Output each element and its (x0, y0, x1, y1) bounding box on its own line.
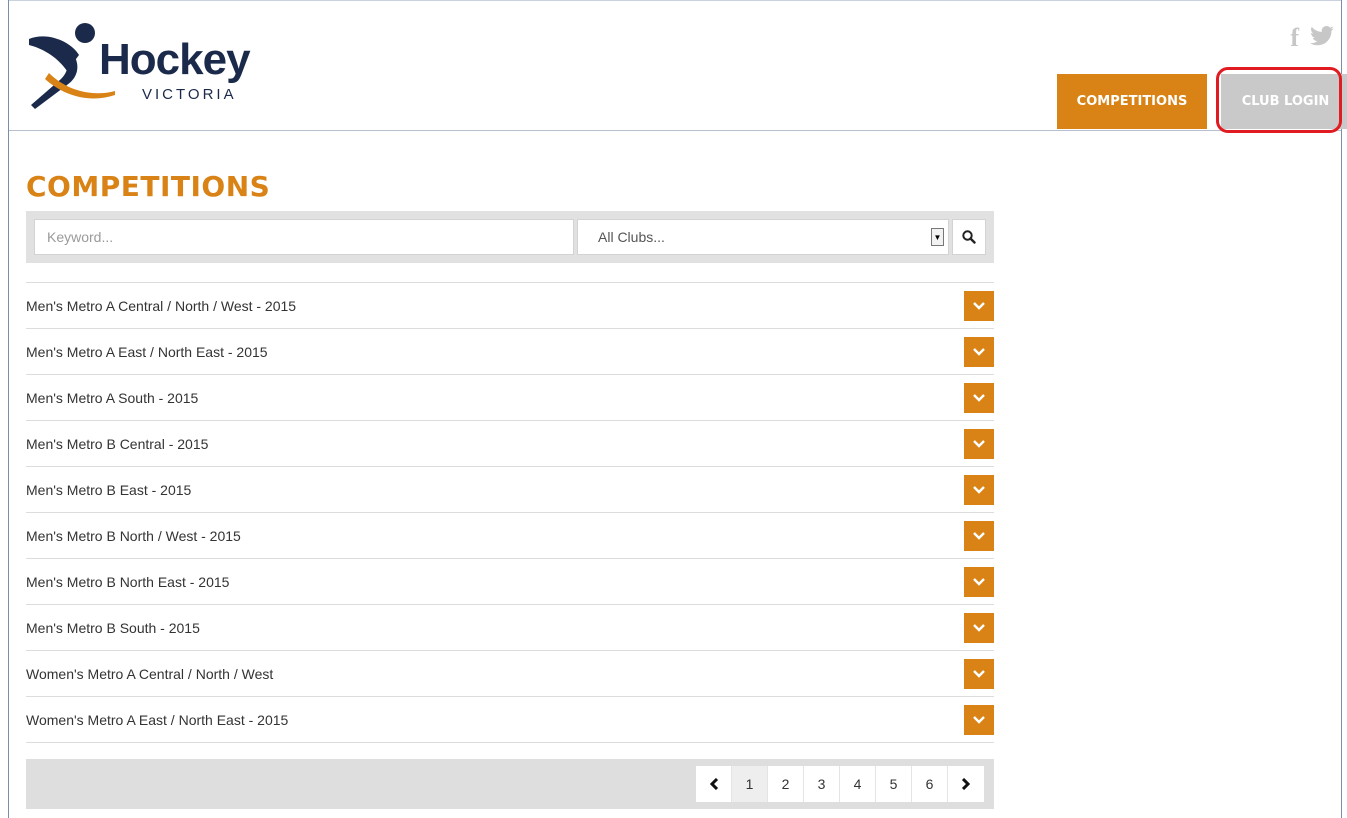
expand-button[interactable] (964, 383, 994, 413)
expand-button[interactable] (964, 475, 994, 505)
list-item[interactable]: Men's Metro A Central / North / West - 2… (26, 283, 994, 329)
page-5-button[interactable]: 5 (876, 766, 912, 802)
list-item[interactable]: Men's Metro B North / West - 2015 (26, 513, 994, 559)
list-item[interactable]: Women's Metro A East / North East - 2015 (26, 697, 994, 743)
keyword-input[interactable] (34, 219, 574, 255)
chevron-down-icon (973, 716, 985, 724)
list-item[interactable]: Men's Metro B Central - 2015 (26, 421, 994, 467)
expand-button[interactable] (964, 705, 994, 735)
competition-name[interactable]: Men's Metro A East / North East - 2015 (26, 344, 268, 360)
competition-name[interactable]: Men's Metro B North / West - 2015 (26, 528, 241, 544)
chevron-down-icon (973, 348, 985, 356)
site-header: Hockey VICTORIA f COMPETITIONS CLUB LOGI… (9, 1, 1347, 131)
page-3-button[interactable]: 3 (804, 766, 840, 802)
chevron-left-icon (709, 778, 718, 790)
page-1-button[interactable]: 1 (732, 766, 768, 802)
facebook-icon[interactable]: f (1290, 25, 1299, 51)
competition-name[interactable]: Men's Metro A Central / North / West - 2… (26, 298, 296, 314)
chevron-down-icon (973, 302, 985, 310)
club-select-value: All Clubs... (598, 229, 665, 245)
competition-name[interactable]: Men's Metro A South - 2015 (26, 390, 198, 406)
search-button[interactable] (952, 219, 986, 255)
chevron-down-icon (973, 578, 985, 586)
club-select[interactable]: All Clubs... ▼ (577, 219, 949, 255)
list-item[interactable]: Women's Metro A Central / North / West (26, 651, 994, 697)
chevron-down-icon (973, 624, 985, 632)
page-6-button[interactable]: 6 (912, 766, 948, 802)
competition-name[interactable]: Women's Metro A Central / North / West (26, 666, 273, 682)
competition-name[interactable]: Men's Metro B East - 2015 (26, 482, 191, 498)
competition-list: Men's Metro A Central / North / West - 2… (26, 282, 994, 743)
expand-button[interactable] (964, 291, 994, 321)
competition-name[interactable]: Men's Metro B Central - 2015 (26, 436, 208, 452)
social-links: f (1290, 25, 1335, 51)
logo-subtitle: VICTORIA (142, 86, 237, 103)
logo-wordmark: Hockey (99, 35, 251, 84)
chevron-down-icon (973, 532, 985, 540)
competition-name[interactable]: Men's Metro B North East - 2015 (26, 574, 229, 590)
expand-button[interactable] (964, 659, 994, 689)
twitter-icon[interactable] (1309, 25, 1335, 49)
pagination-next-button[interactable] (948, 766, 984, 802)
expand-button[interactable] (964, 567, 994, 597)
expand-button[interactable] (964, 521, 994, 551)
chevron-down-icon (973, 440, 985, 448)
chevron-down-icon (973, 486, 985, 494)
chevron-down-icon (973, 394, 985, 402)
list-item[interactable]: Men's Metro A South - 2015 (26, 375, 994, 421)
expand-button[interactable] (964, 613, 994, 643)
pagination-prev-button[interactable] (696, 766, 732, 802)
search-bar: All Clubs... ▼ (26, 211, 994, 263)
hockey-victoria-logo[interactable]: Hockey VICTORIA (27, 21, 267, 116)
expand-button[interactable] (964, 429, 994, 459)
search-icon (962, 230, 976, 244)
club-login-highlight-annotation (1216, 67, 1342, 133)
expand-button[interactable] (964, 337, 994, 367)
chevron-down-icon (973, 670, 985, 678)
page-4-button[interactable]: 4 (840, 766, 876, 802)
page-title: COMPETITIONS (26, 170, 271, 203)
page-2-button[interactable]: 2 (768, 766, 804, 802)
chevron-right-icon (961, 778, 971, 790)
competition-name[interactable]: Men's Metro B South - 2015 (26, 620, 200, 636)
dropdown-arrow-icon[interactable]: ▼ (931, 228, 944, 246)
pagination: 1 2 3 4 5 6 (696, 766, 984, 802)
list-item[interactable]: Men's Metro B North East - 2015 (26, 559, 994, 605)
list-item[interactable]: Men's Metro B South - 2015 (26, 605, 994, 651)
list-item[interactable]: Men's Metro A East / North East - 2015 (26, 329, 994, 375)
pagination-bar: 1 2 3 4 5 6 (26, 759, 994, 809)
nav-competitions[interactable]: COMPETITIONS (1057, 74, 1207, 129)
list-item[interactable]: Men's Metro B East - 2015 (26, 467, 994, 513)
competition-name[interactable]: Women's Metro A East / North East - 2015 (26, 712, 288, 728)
